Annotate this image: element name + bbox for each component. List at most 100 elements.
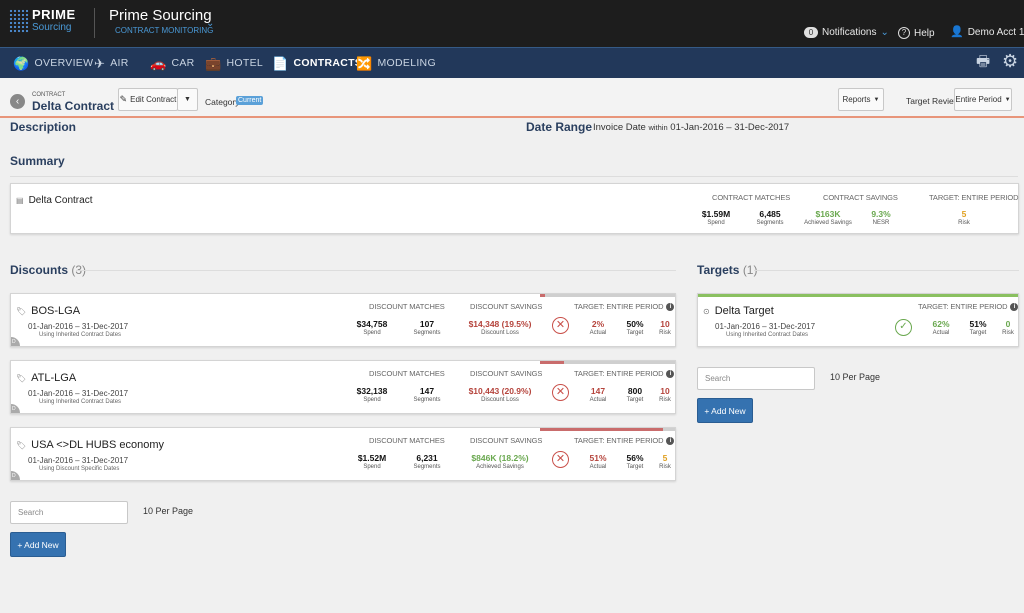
tab-overview[interactable]: 🌍 OVERVIEW [13, 48, 93, 79]
contract-small-label: CONTRACT [32, 92, 66, 98]
tab-air[interactable]: ✈ AIR [94, 48, 129, 79]
targets-per-page[interactable]: 10 Per Page [830, 372, 880, 382]
add-target-button[interactable]: + Add New [697, 398, 753, 423]
info-icon[interactable]: i [666, 303, 675, 312]
discount-actual-label: Actual [589, 397, 607, 403]
discounts-per-page[interactable]: 10 Per Page [143, 506, 193, 516]
edit-contract-dropdown[interactable]: ▼ [177, 88, 198, 111]
tab-contracts[interactable]: 📄 CONTRACTS [272, 48, 362, 79]
logo-grid-icon [9, 9, 29, 33]
summary-contract-name[interactable]: ▤ Delta Contract [16, 195, 92, 206]
discount-savings: $14,348 (19.5%) [468, 319, 532, 329]
tag-icon: 🏷 [16, 440, 27, 450]
tab-car[interactable]: 🚗 CAR [150, 48, 195, 79]
notifications-menu[interactable]: 0 Notifications ⌄ [804, 27, 889, 38]
discount-progress-track [540, 361, 675, 364]
discount-risk-label: Risk [659, 464, 671, 470]
discount-card[interactable]: 🏷 ATL-LGA 01-Jan-2016 – 31-Dec-2017 Using I… [10, 360, 676, 414]
targets-divider [754, 270, 1019, 271]
discount-card[interactable]: 🏷 BOS-LGA 01-Jan-2016 – 31-Dec-2017 Using I… [10, 293, 676, 347]
targets-title: Targets [697, 263, 740, 277]
targets-search-input[interactable]: Search [697, 367, 815, 390]
app-title: Prime Sourcing [109, 7, 212, 24]
summary-segments-label: Segments [756, 220, 784, 226]
discount-progress-track [540, 294, 675, 297]
print-icon[interactable]: 🖶 [976, 54, 990, 69]
target-review-value: Entire Period [955, 95, 1002, 104]
discount-matches-head: DISCOUNT MATCHES [369, 369, 445, 378]
target-risk-label: Risk [1002, 330, 1014, 336]
target-progress-bar [698, 294, 1018, 297]
discount-savings-label: Discount Loss [481, 397, 519, 403]
top-bar: PRIME Sourcing Prime Sourcing CONTRACT M… [0, 0, 1024, 47]
discount-target-head: TARGET: ENTIRE PERIOD i [574, 369, 675, 379]
target-review-select[interactable]: Entire Period ▼ [954, 88, 1012, 111]
tab-modeling[interactable]: 🔀 MODELING [356, 48, 436, 79]
discount-progress-fill [540, 361, 564, 364]
discount-progress-fill [540, 294, 545, 297]
help-link[interactable]: ? Help [898, 27, 935, 39]
main-nav: 🌍 OVERVIEW ✈ AIR 🚗 CAR 💼 HOTEL 📄 CONTRAC… [0, 47, 1024, 78]
target-target-label: Target [969, 330, 987, 336]
summary-contract-label: Delta Contract [28, 195, 93, 206]
target-card[interactable]: ⊙ Delta Target 01-Jan-2016 – 31-Dec-2017… [697, 293, 1019, 347]
help-label: Help [914, 27, 935, 39]
discount-target-label: Target [626, 464, 644, 470]
targets-heading: Targets (1) [697, 263, 757, 277]
add-discount-button[interactable]: + Add New [10, 532, 66, 557]
user-icon: 👤 [950, 26, 964, 38]
info-icon[interactable]: i [666, 437, 675, 446]
caret-down-icon: ▼ [873, 96, 880, 103]
discount-target: 800 [627, 386, 643, 396]
discount-card[interactable]: 🏷 USA <>DL HUBS economy 01-Jan-2016 – 31-D… [10, 427, 676, 481]
discount-target-label: Target [626, 330, 644, 336]
logo[interactable]: PRIME Sourcing [9, 7, 79, 37]
gear-icon[interactable]: ⚙ [1002, 52, 1018, 70]
discount-segments-label: Segments [413, 397, 441, 403]
summary-risk-label: Risk [958, 220, 970, 226]
target-actual: 62% [932, 319, 950, 329]
discounts-search-placeholder: Search [18, 508, 44, 517]
discount-corner-badge: D [11, 471, 20, 480]
target-actual-label: Actual [932, 330, 950, 336]
notifications-label: Notifications [822, 27, 877, 38]
app-switch-chevron-icon[interactable]: ⌄ [206, 18, 214, 29]
info-icon[interactable]: i [1010, 303, 1019, 312]
back-button[interactable]: ‹ [10, 94, 25, 109]
discount-name-label: ATL-LGA [31, 372, 77, 384]
tab-label: HOTEL [226, 57, 264, 69]
tab-label: AIR [110, 57, 129, 69]
discounts-divider [76, 270, 676, 271]
discount-spend-label: Spend [363, 397, 381, 403]
edit-contract-button[interactable]: ✎ Edit Contract [118, 88, 178, 111]
discount-name-label: USA <>DL HUBS economy [31, 439, 165, 451]
info-icon[interactable]: i [666, 370, 675, 379]
logo-bottom-text: Sourcing [32, 22, 72, 33]
summary-spend: $1.59M [701, 209, 731, 219]
discount-matches-head: DISCOUNT MATCHES [369, 302, 445, 311]
discount-actual-label: Actual [589, 330, 607, 336]
contract-selector[interactable]: Delta Contract ⌄ [32, 99, 126, 113]
tab-label: CAR [171, 57, 195, 69]
tab-label: MODELING [377, 57, 436, 69]
date-prefix: Invoice Date [593, 122, 646, 133]
discount-actual: 147 [590, 386, 606, 396]
tab-hotel[interactable]: 💼 HOTEL [205, 48, 263, 79]
discount-risk: 10 [660, 319, 670, 329]
discounts-search-input[interactable]: Search [10, 501, 128, 524]
fail-x-icon: ✕ [552, 451, 569, 468]
account-menu[interactable]: 👤 Demo Acct 1 ⌄ [950, 26, 1024, 39]
document-icon: ▤ [16, 196, 24, 205]
target-head: TARGET: ENTIRE PERIOD i [918, 302, 1019, 312]
target-target: 51% [969, 319, 987, 329]
discount-date-note: Using Inherited Contract Dates [39, 332, 122, 338]
discount-target-head-label: TARGET: ENTIRE PERIOD [574, 302, 664, 311]
targets-search-placeholder: Search [705, 374, 731, 383]
discount-target-head-label: TARGET: ENTIRE PERIOD [574, 436, 664, 445]
discount-spend-label: Spend [363, 330, 381, 336]
discount-name: 🏷 BOS-LGA [16, 305, 80, 317]
target-risk: 0 [1005, 319, 1011, 329]
reports-button[interactable]: Reports ▼ [838, 88, 884, 111]
discount-segments: 6,231 [416, 453, 438, 463]
discount-progress-track [540, 428, 675, 431]
